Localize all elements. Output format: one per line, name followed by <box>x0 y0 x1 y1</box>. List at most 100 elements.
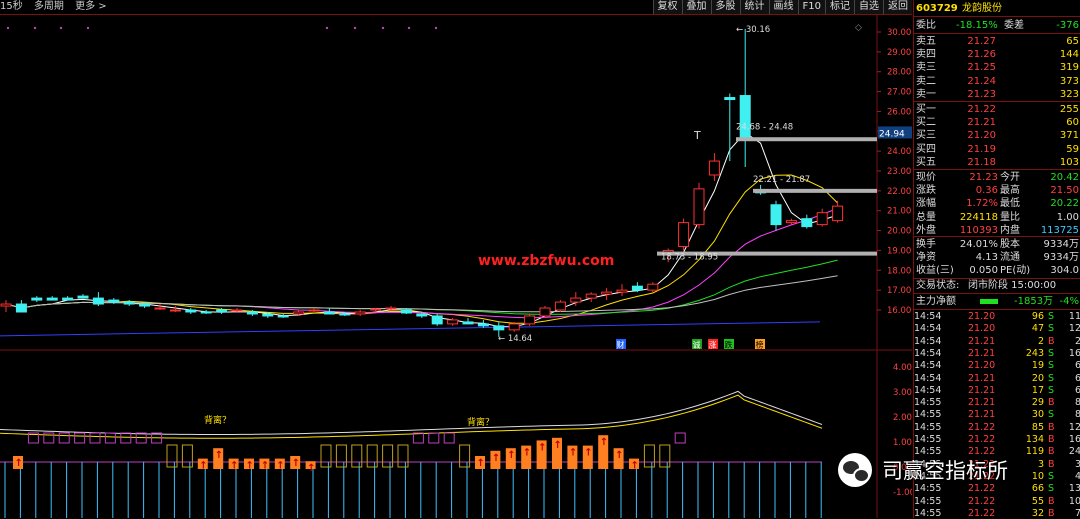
bid-vol: 60 <box>1066 117 1079 129</box>
candle-body <box>92 297 104 305</box>
bid-label: 买三 <box>916 130 936 142</box>
stat-value: 4.13 <box>975 252 998 264</box>
candle-body <box>339 313 351 316</box>
hist-box <box>428 432 440 444</box>
hist-bar-empty <box>643 444 655 468</box>
price-tick-label: 22.00 <box>887 187 911 197</box>
bid-row: 买五 21.18 103 <box>916 156 1079 169</box>
tick-row: 14:54 21.21 243 S 16 <box>914 348 1080 359</box>
stat-value-2: 113725 <box>1040 224 1079 236</box>
candle-body <box>647 283 659 291</box>
more-menu[interactable]: 更多 > <box>75 1 107 12</box>
price-tick-label: 29.00 <box>887 48 911 58</box>
stat-label: 涨跌 <box>916 185 936 197</box>
tick-vol: 134 <box>1025 434 1044 445</box>
event-marker-4: 榜 <box>756 340 764 350</box>
hist-box <box>412 432 424 444</box>
candle-body <box>385 307 397 310</box>
event-marker-1: 诚 <box>693 340 701 350</box>
trade-status-label: 交易状态: <box>916 280 960 291</box>
marker-dot <box>407 26 411 30</box>
ask-price: 21.25 <box>967 62 996 74</box>
tick-count: 12 <box>1068 421 1080 433</box>
hist-arrow: ↑ <box>477 458 485 469</box>
stat-label-2: 最低 <box>1000 198 1020 210</box>
tick-vol: 17 <box>1031 384 1044 396</box>
tick-count: 6 <box>1074 360 1080 372</box>
toolbar-button-2[interactable]: 多股 <box>710 0 740 14</box>
marker-dot <box>325 26 329 30</box>
trade-status-row: 交易状态: 闭市阶段 15:00:00 <box>916 279 1079 292</box>
candle-body <box>631 285 643 291</box>
ask-row: 卖四 21.26 144 <box>916 48 1079 61</box>
candle-body <box>539 307 551 317</box>
wechat-watermark: 司赢空指标所 <box>838 450 1068 490</box>
stat-label: 净资 <box>916 252 936 264</box>
toolbar-button-6[interactable]: 标记 <box>825 0 854 14</box>
toolbar-button-0[interactable]: 复权 <box>652 0 682 14</box>
main-flow-row: 主力净额 -1853万 -4% <box>916 295 1079 308</box>
candle-body <box>431 315 443 325</box>
tick-count: 16 <box>1068 434 1080 445</box>
hist-arrow: ↑ <box>261 461 269 472</box>
weicha: -376 <box>1056 20 1079 31</box>
sep <box>914 236 1080 237</box>
hist-bar-empty <box>335 444 347 468</box>
stat-value-2: 21.50 <box>1050 185 1079 197</box>
chart-toolbar: 15秒 多周期 更多 > 复权 叠加 多股 统计 画线 F10 标记 自选 返回 <box>0 0 912 15</box>
toolbar-button-5[interactable]: F10 <box>797 0 825 14</box>
tick-vol: 55 <box>1031 495 1044 507</box>
stock-header: 603729 龙韵股份 <box>916 2 1079 15</box>
candlestick-chart[interactable]: 30.0029.0028.0027.0026.0025.0024.0023.00… <box>0 15 912 518</box>
hist-bar-empty <box>166 444 178 468</box>
quote-panel: 603729 龙韵股份 委比 -18.15% 委差 -376 卖五 21.27 65 卖四 21.2… <box>913 0 1080 519</box>
stat-label: 收益(三) <box>916 265 954 277</box>
tick-time: 14:54 <box>914 311 942 322</box>
tick-price: 21.22 <box>968 507 996 519</box>
candle-body <box>277 315 289 318</box>
main-flow: -1853万 <box>1014 296 1054 307</box>
toolbar-button-8[interactable]: 返回 <box>883 0 912 14</box>
weicha-label: 委差 <box>1004 20 1024 31</box>
tick-count: 16 <box>1068 347 1080 359</box>
toolbar-button-7[interactable]: 自选 <box>854 0 883 14</box>
stat-label-2: 今开 <box>1000 172 1020 183</box>
toolbar-button-3[interactable]: 统计 <box>739 0 769 14</box>
price-tick-label: 26.00 <box>887 107 911 117</box>
sep <box>914 293 1080 294</box>
ask-price: 21.26 <box>967 49 996 61</box>
hist-arrow: ↑ <box>507 450 515 461</box>
ma-line-28 <box>5 259 838 315</box>
candle-body <box>231 309 243 312</box>
price-tick-label: 21.00 <box>887 207 911 217</box>
hist-arrow: ↑ <box>554 440 562 451</box>
hist-bar-empty <box>459 444 471 468</box>
hist-box <box>104 432 116 444</box>
hist-arrow: ↑ <box>584 448 592 459</box>
toolbar-button-4[interactable]: 画线 <box>768 0 798 14</box>
candle-body <box>693 188 705 226</box>
ask-price: 21.23 <box>967 88 996 100</box>
hist-bar-empty <box>397 444 409 468</box>
stat-label-2: 股本 <box>1000 239 1020 250</box>
indicator-tick-label: 3.00 <box>893 388 912 398</box>
tick-vol: 29 <box>1031 397 1044 409</box>
tick-vol: 19 <box>1031 360 1044 372</box>
tick-price: 21.21 <box>968 384 996 396</box>
current-price-tag: 24.94 <box>879 129 905 139</box>
ask-vol: 65 <box>1066 36 1079 47</box>
sep <box>914 309 1080 310</box>
marker-dot <box>59 26 63 30</box>
multi-period[interactable]: 多周期 <box>34 1 64 12</box>
toolbar-button-1[interactable]: 叠加 <box>681 0 711 14</box>
tick-dir: S <box>1048 347 1055 359</box>
site-watermark: www.zbzfwu.com <box>478 253 614 269</box>
stat2-row: 净资 4.13 流通 9334万 <box>916 251 1079 264</box>
ask-price: 21.24 <box>967 75 996 87</box>
candle-body <box>832 205 844 222</box>
period-15s[interactable]: 15秒 <box>0 1 23 12</box>
ask-vol: 319 <box>1059 62 1079 74</box>
price-tick-label: 28.00 <box>887 68 911 78</box>
stock-code: 603729 <box>916 3 958 14</box>
bid-price: 21.22 <box>967 104 996 115</box>
